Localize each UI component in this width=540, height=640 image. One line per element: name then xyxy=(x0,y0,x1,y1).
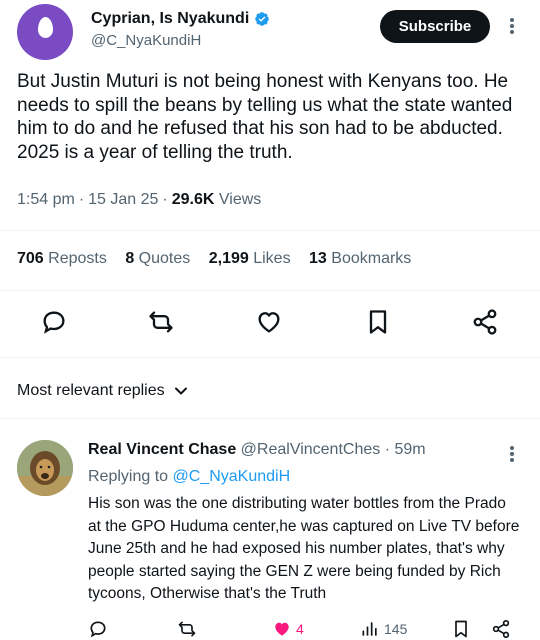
reply-repost-button[interactable] xyxy=(177,618,197,640)
bookmarks-label: Bookmarks xyxy=(331,250,412,267)
reply-author-handle[interactable]: @RealVincentChes xyxy=(241,441,381,458)
tweet-date[interactable]: 15 Jan 25 xyxy=(88,191,158,208)
author-avatar[interactable] xyxy=(17,4,73,60)
likes-stat[interactable]: 2,199 Likes xyxy=(209,250,291,267)
likes-label: Likes xyxy=(253,250,291,267)
like-button[interactable] xyxy=(255,308,285,338)
bookmark-icon xyxy=(369,310,387,334)
reply-like-button[interactable]: 4 xyxy=(272,618,304,640)
reposts-label: Reposts xyxy=(48,250,107,267)
meta-separator: · xyxy=(380,441,395,458)
replies-sort-dropdown[interactable]: Most relevant replies xyxy=(17,382,189,400)
bookmarks-count: 13 xyxy=(309,250,327,267)
meta-separator: · xyxy=(78,191,85,208)
reposts-count: 706 xyxy=(17,250,44,267)
author-name[interactable]: Cyprian, Is Nyakundi xyxy=(91,10,249,28)
reply-views-button[interactable]: 145 xyxy=(360,618,407,640)
views-count: 29.6K xyxy=(171,191,215,208)
divider xyxy=(0,357,540,358)
reply-like-count: 4 xyxy=(296,621,304,637)
reply-button[interactable] xyxy=(40,308,70,338)
reply-author-avatar[interactable] xyxy=(17,440,73,496)
like-icon xyxy=(258,312,280,333)
share-icon xyxy=(492,620,510,639)
verified-badge-icon xyxy=(255,12,270,26)
share-button[interactable] xyxy=(471,308,501,338)
bookmark-button[interactable] xyxy=(364,308,394,338)
reply-text: His son was the one distributing water b… xyxy=(88,495,520,602)
like-filled-icon xyxy=(275,622,289,636)
tweet-time[interactable]: 1:54 pm xyxy=(17,191,75,208)
subscribe-button[interactable]: Subscribe xyxy=(380,10,490,43)
tweet-text: But Justin Muturi is not being honest wi… xyxy=(17,71,513,163)
more-options-icon[interactable] xyxy=(503,14,521,38)
repost-button[interactable] xyxy=(147,308,177,338)
chevron-down-icon xyxy=(174,387,187,395)
reply-bookmark-button[interactable] xyxy=(451,618,471,640)
share-icon xyxy=(473,309,497,335)
tweet-header: Cyprian, Is Nyakundi @C_NyaKundiH Subscr… xyxy=(0,0,540,62)
likes-count: 2,199 xyxy=(208,250,249,267)
divider xyxy=(0,290,540,291)
reply-header: Real Vincent Chase @RealVincentChes · 59… xyxy=(88,441,426,459)
repost-icon xyxy=(149,311,173,333)
reply-more-options-icon[interactable] xyxy=(503,442,521,466)
tweet-meta: 1:54 pm · 15 Jan 25 · 29.6K Views xyxy=(17,191,261,209)
engagement-stats: 706 Reposts 8 Quotes 2,199 Likes 13 Book… xyxy=(17,250,425,268)
egg-avatar-icon xyxy=(38,17,53,38)
repost-icon xyxy=(178,621,196,637)
reply-icon xyxy=(90,621,106,638)
divider xyxy=(0,230,540,231)
bookmarks-stat[interactable]: 13 Bookmarks xyxy=(309,250,411,267)
reply-time[interactable]: 59m xyxy=(394,441,425,458)
tweet-action-bar xyxy=(0,308,540,342)
divider xyxy=(0,418,540,419)
reposts-stat[interactable]: 706 Reposts xyxy=(17,250,107,267)
replying-to: Replying to @C_NyaKundiH xyxy=(88,468,290,486)
lion-avatar-icon xyxy=(17,440,73,496)
author-name-row: Cyprian, Is Nyakundi xyxy=(91,10,270,28)
quotes-stat[interactable]: 8 Quotes xyxy=(125,250,190,267)
bookmark-icon xyxy=(455,620,467,638)
reply-views-count: 145 xyxy=(384,621,408,637)
replying-to-prefix: Replying to xyxy=(88,468,169,485)
views-chart-icon xyxy=(362,622,377,636)
reply-author-name[interactable]: Real Vincent Chase xyxy=(88,441,236,458)
quotes-label: Quotes xyxy=(138,250,191,267)
replies-sort-label: Most relevant replies xyxy=(17,382,165,399)
author-handle[interactable]: @C_NyaKundiH xyxy=(91,32,201,49)
reply-icon xyxy=(43,311,65,334)
views-label: Views xyxy=(218,191,262,208)
reply-reply-button[interactable] xyxy=(88,618,108,640)
meta-separator: · xyxy=(162,191,168,208)
reply-action-bar: 4 145 xyxy=(0,618,540,640)
reply-share-button[interactable] xyxy=(491,618,511,640)
replying-to-handle[interactable]: @C_NyaKundiH xyxy=(173,468,291,485)
quotes-count: 8 xyxy=(125,250,135,267)
